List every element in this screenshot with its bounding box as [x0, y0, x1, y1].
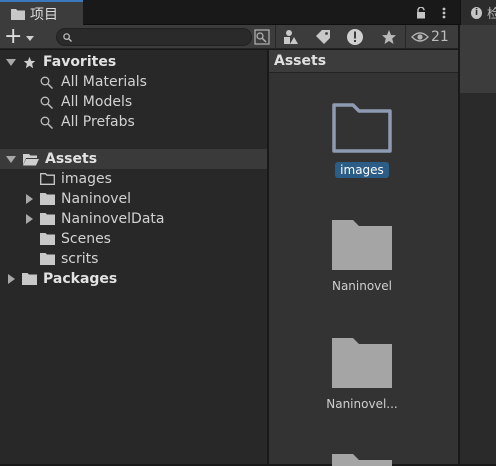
tree-folder-scrits[interactable]: scrits	[0, 249, 267, 269]
tree-folder-images[interactable]: images	[0, 169, 267, 189]
assets-breadcrumb[interactable]: Assets	[269, 50, 458, 73]
asset-label: images	[335, 162, 389, 178]
asset-folder-images[interactable]: images	[302, 102, 422, 178]
collapsed-arrow-icon[interactable]	[26, 194, 33, 204]
tree-item-all-models[interactable]: All Models	[0, 92, 267, 112]
project-tree: Favorites All Materials All Models All P…	[0, 50, 267, 464]
tab-inspector[interactable]: i 检	[460, 0, 496, 25]
folder-icon	[40, 233, 55, 245]
tab-actions	[410, 0, 452, 25]
tree-favorites[interactable]: Favorites	[0, 52, 267, 72]
toolbar-divider	[275, 25, 276, 49]
search-icon	[40, 96, 53, 109]
collapsed-arrow-icon[interactable]	[8, 274, 15, 284]
folder-icon	[332, 338, 392, 388]
filter-by-label-icon[interactable]	[312, 26, 334, 48]
search-icon	[63, 32, 72, 42]
search-icon	[40, 116, 53, 129]
project-toolbar: + 21	[0, 25, 458, 49]
filter-by-type-icon[interactable]	[280, 26, 302, 48]
tree-item-label: Scenes	[61, 231, 111, 247]
search-field[interactable]	[56, 28, 252, 46]
folder-empty-icon	[332, 103, 392, 153]
create-button[interactable]: +	[4, 26, 44, 48]
asset-label: Naninovel	[331, 279, 393, 293]
kebab-menu-icon[interactable]	[442, 7, 446, 19]
folder-icon	[40, 213, 55, 225]
tree-item-label: All Models	[61, 94, 133, 110]
folder-empty-icon	[40, 173, 55, 185]
tree-item-label: scrits	[61, 251, 99, 267]
folder-open-icon	[23, 153, 39, 165]
tree-packages[interactable]: Packages	[0, 269, 267, 289]
star-icon	[23, 56, 36, 68]
toolbar-divider	[405, 25, 406, 49]
expand-arrow-icon[interactable]	[6, 58, 16, 66]
tree-assets-label: Assets	[45, 151, 98, 167]
folder-icon	[332, 220, 392, 270]
tab-project-label: 项目	[30, 6, 58, 23]
tree-item-label: All Prefabs	[61, 114, 135, 130]
folder-icon	[40, 253, 55, 265]
tab-inspector-label: 检	[486, 7, 496, 22]
tree-item-all-materials[interactable]: All Materials	[0, 72, 267, 92]
tree-item-label: Naninovel	[61, 191, 132, 207]
lock-icon[interactable]	[416, 6, 426, 19]
info-icon: i	[471, 6, 482, 19]
dropdown-caret-icon	[26, 35, 34, 41]
tab-project[interactable]: 项目	[0, 0, 83, 25]
breadcrumb-assets[interactable]: Assets	[274, 53, 326, 69]
plus-icon: +	[4, 24, 23, 49]
collapsed-arrow-icon[interactable]	[26, 214, 33, 224]
asset-label: Naninovel...	[326, 397, 398, 411]
tree-favorites-label: Favorites	[43, 54, 117, 70]
tree-item-label: images	[61, 171, 112, 187]
tree-item-label: All Materials	[61, 74, 147, 90]
filter-log-type-icon[interactable]	[344, 26, 366, 48]
folder-icon	[22, 273, 37, 285]
tree-item-label: NaninovelData	[61, 211, 165, 227]
asset-folder-naninovel[interactable]: Naninovel	[302, 218, 422, 294]
asset-folder-naninoveldata[interactable]: Naninovel...	[302, 336, 422, 412]
inspector-header	[460, 25, 496, 93]
search-input[interactable]	[72, 30, 242, 44]
hidden-count-label: 21	[431, 29, 449, 45]
tree-folder-scenes[interactable]: Scenes	[0, 229, 267, 249]
expand-arrow-icon[interactable]	[6, 155, 16, 163]
search-icon	[40, 76, 53, 89]
tree-folder-naninovel[interactable]: Naninovel	[0, 189, 267, 209]
tree-item-all-prefabs[interactable]: All Prefabs	[0, 112, 267, 132]
assets-grid-panel: Assets images Naninovel Naninovel...	[269, 50, 458, 466]
folder-icon	[11, 8, 25, 20]
tree-assets[interactable]: Assets	[0, 149, 267, 169]
search-by-type-icon[interactable]	[251, 26, 273, 48]
tree-packages-label: Packages	[43, 271, 118, 287]
favorite-star-icon[interactable]	[378, 26, 400, 48]
folder-icon	[40, 193, 55, 205]
tree-folder-naninoveldata[interactable]: NaninovelData	[0, 209, 267, 229]
hidden-packages-toggle[interactable]: 21	[411, 26, 458, 48]
tab-bar: 项目 i 检	[0, 0, 496, 25]
eye-icon	[411, 32, 429, 42]
